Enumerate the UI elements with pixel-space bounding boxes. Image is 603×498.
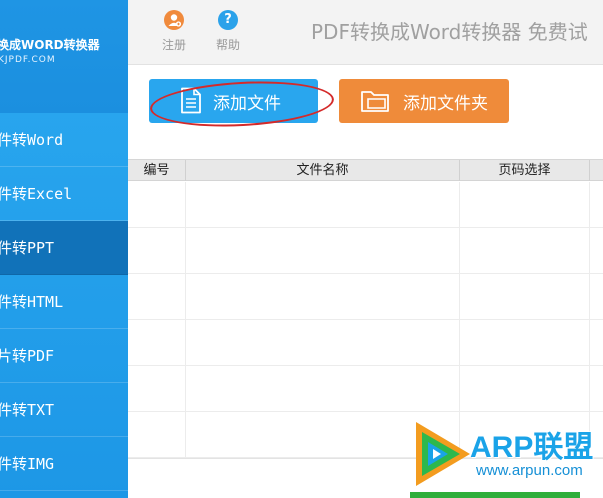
table-row	[128, 274, 603, 320]
help-label: 帮助	[215, 38, 240, 52]
help-icon: ?	[218, 10, 238, 30]
brand-title: 换成WORD转换器	[0, 38, 100, 52]
file-table: 编号 文件名称 页码选择	[128, 159, 603, 458]
watermark-name: ARP联盟	[470, 431, 594, 464]
sidebar-item-img[interactable]: 件转IMG	[0, 437, 128, 491]
sidebar-item-html[interactable]: 件转HTML	[0, 275, 128, 329]
table-row	[128, 182, 603, 228]
user-icon	[164, 10, 184, 30]
app-title: PDF转换成Word转换器 免费试	[311, 20, 588, 44]
top-toolbar: 注册 ? 帮助 PDF转换成Word转换器 免费试	[128, 0, 603, 65]
start-convert-button[interactable]	[410, 492, 580, 498]
sidebar-item-excel[interactable]: 件转Excel	[0, 167, 128, 221]
sidebar-item-word[interactable]: 件转Word	[0, 113, 128, 167]
table-row	[128, 366, 603, 412]
column-header-number[interactable]: 编号	[128, 160, 186, 181]
sidebar-item-label: 件转HTML	[0, 293, 64, 311]
sidebar: 换成WORD转换器 KJPDF.COM 件转Word 件转Excel 件转PPT…	[0, 0, 128, 498]
folder-icon	[361, 91, 389, 112]
add-folder-button[interactable]: 添加文件夹	[339, 79, 509, 123]
register-label: 注册	[161, 38, 186, 52]
sidebar-item-txt[interactable]: 件转TXT	[0, 383, 128, 437]
watermark-url: www.arpun.com	[476, 462, 583, 479]
sidebar-nav: 件转Word 件转Excel 件转PPT 件转HTML 片转PDF 件转TXT …	[0, 113, 128, 491]
play-logo-icon	[416, 422, 470, 486]
table-header: 编号 文件名称 页码选择	[128, 160, 603, 181]
sidebar-item-pdf[interactable]: 片转PDF	[0, 329, 128, 383]
table-row	[128, 320, 603, 366]
brand-header: 换成WORD转换器 KJPDF.COM	[0, 0, 128, 113]
sidebar-item-label: 件转Excel	[0, 185, 73, 203]
column-header-filename[interactable]: 文件名称	[186, 160, 460, 181]
column-header-page-select[interactable]: 页码选择	[460, 160, 590, 181]
watermark: ARP联盟 www.arpun.com	[408, 418, 598, 490]
sidebar-item-label: 件转Word	[0, 131, 64, 149]
sidebar-item-label: 片转PDF	[0, 347, 55, 365]
register-button[interactable]: 注册	[156, 10, 192, 53]
sidebar-item-label: 件转IMG	[0, 455, 55, 473]
brand-subtitle: KJPDF.COM	[0, 55, 56, 65]
table-row	[128, 228, 603, 274]
sidebar-item-ppt[interactable]: 件转PPT	[0, 221, 128, 275]
help-button[interactable]: ? 帮助	[210, 10, 246, 53]
sidebar-item-label: 件转PPT	[0, 239, 55, 257]
sidebar-item-label: 件转TXT	[0, 401, 55, 419]
add-folder-label: 添加文件夹	[403, 94, 488, 114]
